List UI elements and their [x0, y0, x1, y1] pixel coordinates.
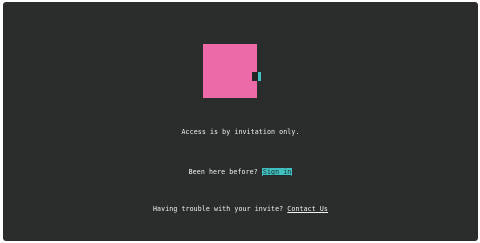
sign-in-row: Been here before? Sign in [3, 168, 478, 177]
access-message: Access is by invitation only. [181, 128, 300, 136]
access-message-row: Access is by invitation only. [3, 128, 478, 137]
invite-gate-screen: Access is by invitation only. Been here … [3, 2, 478, 241]
sign-in-link[interactable]: Sign in [261, 168, 293, 176]
contact-row: Having trouble with your invite? Contact… [3, 205, 478, 214]
contact-prompt: Having trouble with your invite? [152, 205, 288, 213]
logo-accent-mark [258, 72, 261, 81]
sign-in-prompt: Been here before? [188, 168, 262, 176]
contact-us-link[interactable]: Contact Us [287, 205, 328, 213]
brand-logo-icon [203, 44, 261, 98]
